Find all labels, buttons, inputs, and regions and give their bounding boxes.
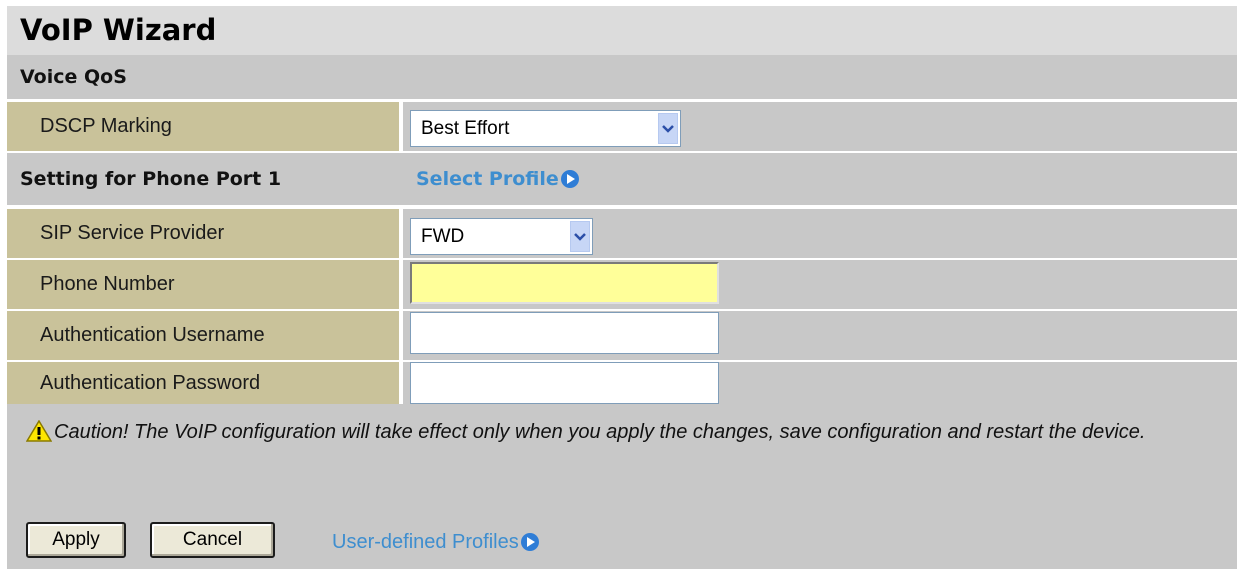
- play-circle-icon: [560, 170, 579, 188]
- page-title: VoIP Wizard: [7, 6, 1237, 55]
- voip-wizard-panel: VoIP Wizard Voice QoS DSCP Marking Best …: [7, 6, 1237, 569]
- auth-username-label: Authentication Username: [7, 311, 399, 360]
- user-defined-profiles-label: User-defined Profiles: [332, 530, 519, 553]
- phone-port-heading: Setting for Phone Port 1: [20, 168, 282, 190]
- auth-username-input[interactable]: [410, 312, 719, 354]
- voice-qos-heading: Voice QoS: [7, 55, 1237, 99]
- select-profile-link[interactable]: Select Profile: [416, 153, 579, 205]
- select-profile-label: Select Profile: [416, 168, 559, 190]
- phone-number-label: Phone Number: [7, 260, 399, 309]
- auth-password-input[interactable]: [410, 362, 719, 404]
- chevron-down-icon[interactable]: [570, 221, 590, 252]
- warning-icon: [25, 419, 53, 451]
- caution-text: Caution! The VoIP configuration will tak…: [54, 421, 1146, 443]
- caution-message: Caution! The VoIP configuration will tak…: [7, 404, 1237, 485]
- dscp-marking-value: Best Effort: [421, 117, 510, 139]
- play-circle-icon: [520, 533, 539, 551]
- sip-provider-value: FWD: [421, 225, 465, 247]
- sip-provider-label: SIP Service Provider: [7, 209, 399, 258]
- sip-provider-select[interactable]: FWD: [410, 218, 593, 255]
- cancel-button[interactable]: Cancel: [150, 522, 275, 558]
- apply-button[interactable]: Apply: [26, 522, 126, 558]
- phone-port-section: Setting for Phone Port 1 Select Profile: [7, 153, 1237, 205]
- chevron-down-icon[interactable]: [658, 113, 678, 144]
- user-defined-profiles-link[interactable]: User-defined Profiles: [332, 526, 539, 558]
- dscp-marking-select[interactable]: Best Effort: [410, 110, 681, 147]
- action-bar: Apply Cancel User-defined Profiles: [7, 485, 1237, 569]
- phone-number-input[interactable]: [410, 262, 719, 304]
- dscp-marking-label: DSCP Marking: [7, 102, 399, 151]
- auth-password-label: Authentication Password: [7, 362, 399, 404]
